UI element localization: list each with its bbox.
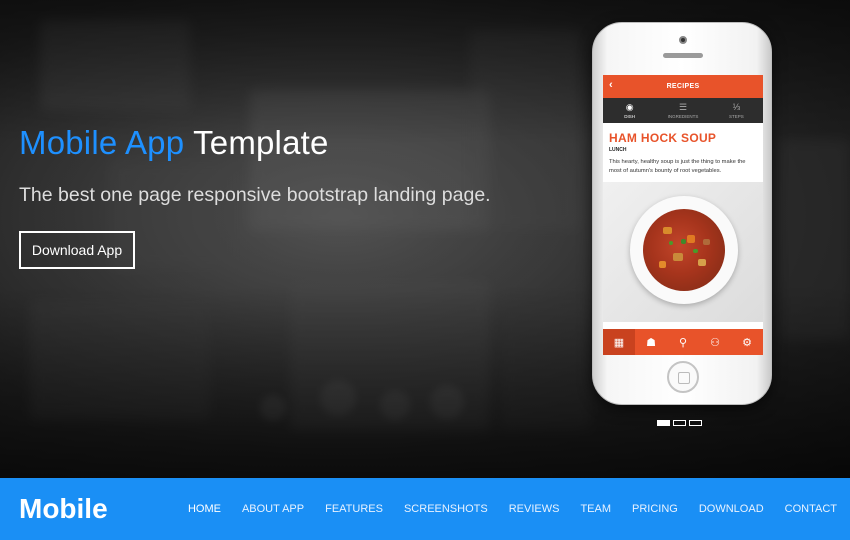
nav-item-screenshots[interactable]: SCREENSHOTS — [404, 503, 488, 515]
phone-speaker — [663, 53, 703, 58]
main-navbar: Mobile HOME ABOUT APP FEATURES SCREENSHO… — [0, 478, 850, 540]
nav-item-reviews[interactable]: REVIEWS — [509, 503, 560, 515]
phone-camera — [679, 36, 687, 44]
nav-menu: HOME ABOUT APP FEATURES SCREENSHOTS REVI… — [167, 478, 837, 540]
plate — [630, 196, 738, 304]
download-app-button[interactable]: Download App — [19, 231, 135, 269]
hero-section: Mobile App Template The best one page re… — [0, 0, 850, 478]
soup — [643, 209, 725, 291]
tab-dish-label: DISH — [624, 113, 636, 119]
tab-dish[interactable]: ◉ DISH — [603, 98, 656, 123]
steps-icon: ⅓ — [732, 101, 741, 112]
hero-title-rest: Template — [193, 124, 329, 161]
dish-icon: ◉ — [625, 101, 634, 112]
nav-item-contact[interactable]: CONTACT — [785, 503, 837, 515]
cutlery-icon[interactable]: ⚲ — [667, 329, 699, 355]
nav-item-about-app[interactable]: ABOUT APP — [242, 503, 304, 515]
nav-item-team[interactable]: TEAM — [580, 503, 611, 515]
tab-ingredients-label: INGREDIENTS — [667, 113, 699, 119]
users-icon[interactable]: ⚇ — [699, 329, 731, 355]
grid-icon[interactable]: ▦ — [603, 329, 635, 355]
gear-icon[interactable]: ⚙ — [731, 329, 763, 355]
app-bottom-nav: ▦ ☗ ⚲ ⚇ ⚙ — [603, 329, 763, 355]
phone-screen: ‹ RECIPES ◉ DISH ☰ INGREDIENTS ⅓ STEPS H… — [603, 75, 763, 355]
recipe-tag: LUNCH — [609, 147, 627, 153]
app-header-title: RECIPES — [666, 83, 700, 90]
slider-dot-1[interactable] — [657, 420, 670, 426]
nav-item-features[interactable]: FEATURES — [325, 503, 383, 515]
list-icon: ☰ — [678, 101, 688, 112]
nav-item-pricing[interactable]: PRICING — [632, 503, 678, 515]
hero-subtitle: The best one page responsive bootstrap l… — [19, 184, 491, 206]
nav-item-download[interactable]: DOWNLOAD — [699, 503, 764, 515]
phone-mockup: ‹ RECIPES ◉ DISH ☰ INGREDIENTS ⅓ STEPS H… — [592, 22, 772, 405]
app-tabs: ◉ DISH ☰ INGREDIENTS ⅓ STEPS — [603, 98, 763, 123]
dish-photo — [603, 182, 763, 322]
phone-home-button — [667, 361, 699, 393]
hero-title-accent: Mobile App — [19, 124, 185, 161]
app-header: ‹ RECIPES — [603, 75, 763, 98]
brand-logo[interactable]: Mobile — [19, 493, 108, 525]
hero-title: Mobile App Template — [19, 124, 329, 162]
slider-dot-3[interactable] — [689, 420, 702, 426]
recipe-title: HAM HOCK SOUP — [609, 131, 717, 145]
tab-steps-label: STEPS — [728, 113, 744, 119]
back-arrow-icon[interactable]: ‹ — [609, 79, 613, 91]
slider-dot-2[interactable] — [673, 420, 686, 426]
chef-hat-icon[interactable]: ☗ — [635, 329, 667, 355]
slider-indicators — [657, 420, 702, 426]
nav-item-home[interactable]: HOME — [188, 503, 221, 515]
tab-ingredients[interactable]: ☰ INGREDIENTS — [656, 98, 709, 123]
recipe-description: This hearty, healthy soup is just the th… — [609, 159, 746, 174]
tab-steps[interactable]: ⅓ STEPS — [710, 98, 763, 123]
